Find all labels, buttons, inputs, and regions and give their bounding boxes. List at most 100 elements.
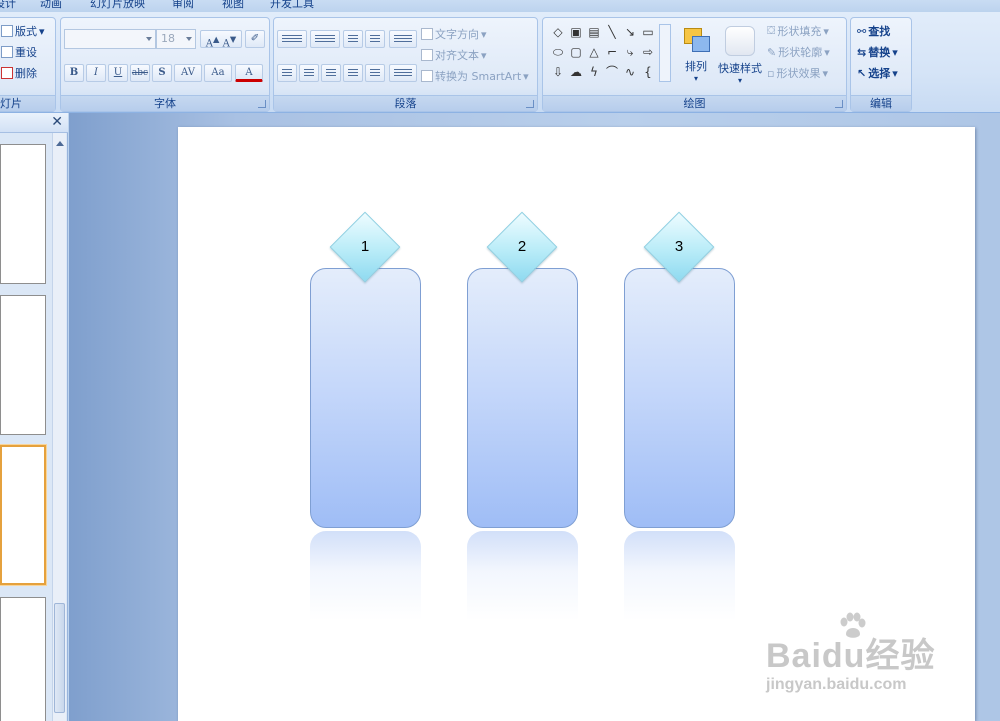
thumbnail-scrollbar[interactable] xyxy=(52,133,66,721)
change-case-button[interactable]: Aa xyxy=(204,64,232,82)
numbering-button[interactable] xyxy=(310,30,340,48)
shape-effects-button[interactable]: ▫ 形状效果 ▾ xyxy=(767,65,828,81)
delete-button[interactable]: 删除 xyxy=(1,65,37,81)
scroll-up-icon[interactable] xyxy=(56,137,64,146)
watermark-logo: Baidu经验 xyxy=(766,637,936,675)
down-arrow-shape-icon[interactable]: ⇩ xyxy=(551,66,565,78)
convert-smartart-button[interactable]: 转换为 SmartArt ▾ xyxy=(421,68,529,84)
line-shape-icon[interactable]: ╲ xyxy=(605,26,619,38)
smartart-icon xyxy=(421,70,433,82)
shape-outline-button[interactable]: ✎ 形状轮廓 ▾ xyxy=(767,44,830,60)
shapes-gallery-scrollbar[interactable] xyxy=(659,24,671,82)
brace-shape-icon[interactable]: { xyxy=(641,66,655,78)
triangle-shape-icon[interactable]: △ xyxy=(587,46,601,58)
find-button[interactable]: ⚯ 查找 xyxy=(857,23,890,39)
close-icon[interactable]: ✕ xyxy=(51,114,63,130)
slide-thumbnail[interactable] xyxy=(0,144,46,284)
align-text-icon xyxy=(421,49,433,61)
pillar-shape-3[interactable] xyxy=(624,268,735,528)
slide-thumbnail[interactable] xyxy=(0,295,46,435)
reset-button[interactable]: 重设 xyxy=(1,44,37,60)
pillar-shape-1[interactable] xyxy=(310,268,421,528)
align-right-button[interactable] xyxy=(321,64,341,82)
text-direction-button[interactable]: 文字方向 ▾ xyxy=(421,26,487,42)
arrange-button[interactable]: 排列 ▾ xyxy=(679,26,713,83)
tab-slideshow[interactable]: 幻灯片放映 xyxy=(90,0,145,11)
font-size-combo[interactable]: 18 xyxy=(156,29,196,49)
columns-button[interactable] xyxy=(389,64,417,82)
font-color-button[interactable]: A xyxy=(235,64,263,82)
tab-design[interactable]: 设计 xyxy=(0,0,16,11)
pillar-shape-2[interactable] xyxy=(467,268,578,528)
slide-thumbnail-selected[interactable] xyxy=(0,445,46,585)
slide-thumbnail[interactable] xyxy=(0,597,46,721)
rectangle-shape-icon[interactable]: ▭ xyxy=(641,26,655,38)
justify-button[interactable] xyxy=(343,64,363,82)
align-text-button[interactable]: 对齐文本 ▾ xyxy=(421,47,487,63)
shadow-button[interactable]: S xyxy=(152,64,172,82)
editing-group: ⚯ 查找 ⇆ 替换 ▾ ↖ 选择 ▾ 编辑 xyxy=(850,17,912,112)
strikethrough-button[interactable]: abc xyxy=(130,64,150,82)
tab-review[interactable]: 审阅 xyxy=(172,0,194,11)
align-left-button[interactable] xyxy=(277,64,297,82)
right-arrow-shape-icon[interactable]: ⇨ xyxy=(641,46,655,58)
tab-developer[interactable]: 开发工具 xyxy=(270,0,314,11)
pen-icon: ✎ xyxy=(767,45,777,59)
oval-shape-icon[interactable]: ⬭ xyxy=(551,46,565,58)
line-spacing-button[interactable] xyxy=(389,30,417,48)
dialog-launcher-icon[interactable] xyxy=(526,100,534,108)
font-name-combo[interactable] xyxy=(64,29,156,49)
scroll-thumb[interactable] xyxy=(54,603,65,713)
reset-icon xyxy=(1,46,13,58)
select-button[interactable]: ↖ 选择 ▾ xyxy=(857,65,898,81)
vertical-textbox-shape-icon[interactable]: ▤ xyxy=(587,26,601,38)
elbow-connector-shape-icon[interactable]: ⌐ xyxy=(605,46,619,58)
slide-thumbnails-pane: ✕ xyxy=(0,113,68,721)
shape-fill-button[interactable]: ⛋ 形状填充 ▾ xyxy=(767,23,829,39)
paragraph-group: 文字方向 ▾ 对齐文本 ▾ 转换为 SmartArt ▾ 段落 xyxy=(273,17,538,112)
lightning-shape-icon[interactable]: ϟ xyxy=(587,66,601,78)
cursor-icon: ↖ xyxy=(857,66,867,80)
shapes-gallery[interactable]: ◇ ▣ ▤ ╲ ↘ ▭ ⬭ ▢ △ ⌐ ⤷ ⇨ ⇩ ☁ ϟ ⌒ ∿ { xyxy=(551,26,661,84)
textbox-shape-icon[interactable]: ▣ xyxy=(569,26,583,38)
layout-icon xyxy=(1,25,13,37)
layout-button[interactable]: 版式 ▾ xyxy=(1,23,45,39)
italic-button[interactable]: I xyxy=(86,64,106,82)
curve-shape-icon[interactable]: ∿ xyxy=(623,66,637,78)
quick-styles-button[interactable]: 快速样式 ▾ xyxy=(715,26,765,85)
arrow-line-shape-icon[interactable]: ↘ xyxy=(623,26,637,38)
bold-button[interactable]: B xyxy=(64,64,84,82)
arc-shape-icon[interactable]: ⌒ xyxy=(605,66,619,78)
distribute-button[interactable] xyxy=(365,64,385,82)
pane-header: ✕ xyxy=(0,113,68,133)
dialog-launcher-icon[interactable] xyxy=(835,100,843,108)
elbow-arrow-shape-icon[interactable]: ⤷ xyxy=(623,46,637,58)
drawing-group-label: 绘图 xyxy=(543,95,846,111)
bullets-button[interactable] xyxy=(277,30,307,48)
arrange-icon xyxy=(682,26,710,54)
chevron-down-icon xyxy=(146,37,152,44)
diamond-label-2: 2 xyxy=(517,238,527,255)
replace-icon: ⇆ xyxy=(857,45,867,59)
pillar-reflection xyxy=(467,531,578,621)
underline-button[interactable]: U xyxy=(108,64,128,82)
clear-format-button[interactable]: ✐ xyxy=(245,30,265,48)
char-spacing-button[interactable]: AV xyxy=(174,64,202,82)
decrease-indent-button[interactable] xyxy=(343,30,363,48)
tab-animation[interactable]: 动画 xyxy=(40,0,62,11)
rounded-rect-shape-icon[interactable]: ▢ xyxy=(569,46,583,58)
watermark-url: jingyan.baidu.com xyxy=(766,676,907,693)
replace-button[interactable]: ⇆ 替换 ▾ xyxy=(857,44,898,60)
increase-indent-button[interactable] xyxy=(365,30,385,48)
font-group-label: 字体 xyxy=(61,95,269,111)
dialog-launcher-icon[interactable] xyxy=(258,100,266,108)
delete-icon xyxy=(1,67,13,79)
chevron-down-icon: ▾ xyxy=(693,74,698,83)
tab-view[interactable]: 视图 xyxy=(222,0,244,11)
align-center-button[interactable] xyxy=(299,64,319,82)
cloud-shape-icon[interactable]: ☁ xyxy=(569,66,583,78)
diamond-shape-icon[interactable]: ◇ xyxy=(551,26,565,38)
font-group: 18 A▲ A▼ ✐ B I U abc S AV Aa A 字体 xyxy=(60,17,270,112)
chevron-down-icon: ▾ xyxy=(737,76,742,85)
grow-shrink-font-buttons[interactable]: A▲ A▼ xyxy=(200,30,242,49)
